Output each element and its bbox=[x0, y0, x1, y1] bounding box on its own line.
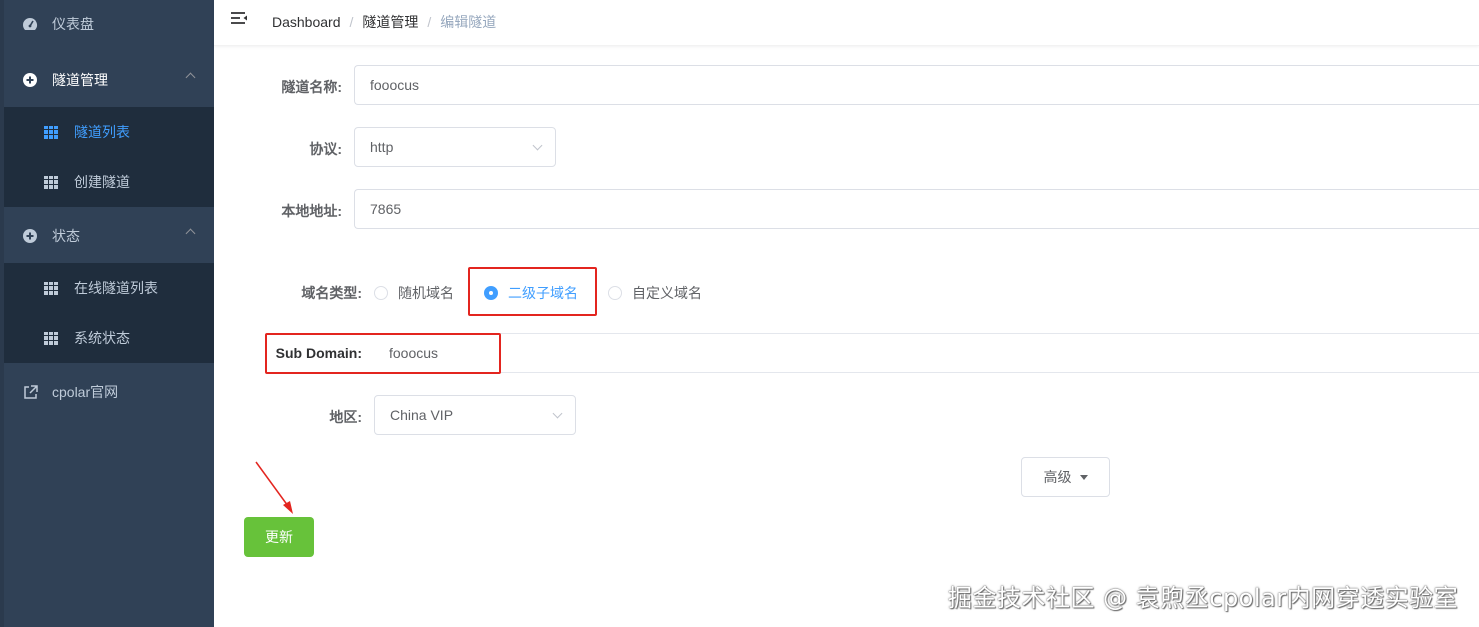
radio-random-domain[interactable]: 随机域名 bbox=[374, 283, 454, 303]
annotation-box-subdomain bbox=[265, 333, 501, 374]
sidebar-item-label: 仪表盘 bbox=[52, 16, 94, 32]
advanced-button-label: 高级 bbox=[1043, 469, 1072, 485]
radio-label: 随机域名 bbox=[398, 285, 454, 301]
sidebar-group-label: 状态 bbox=[52, 228, 80, 244]
domain-type-label: 域名类型: bbox=[301, 285, 362, 301]
watermark: 掘金技术社区 @ 袁煦丞cpolar内网穿透实验室 bbox=[948, 584, 1459, 612]
top-navbar: Dashboard / 隧道管理 / 编辑隧道 bbox=[214, 0, 1479, 46]
dashboard-icon bbox=[22, 16, 38, 32]
sidebar-item-tunnel-list[interactable]: 隧道列表 bbox=[4, 107, 214, 157]
sidebar-item-label: 系统状态 bbox=[74, 330, 130, 346]
table-icon bbox=[44, 175, 58, 189]
annotation-box-subdomain-radio bbox=[468, 267, 597, 316]
table-icon bbox=[44, 331, 58, 345]
subdomain-row-border bbox=[374, 333, 1479, 373]
sidebar-item-dashboard[interactable]: 仪表盘 bbox=[4, 0, 214, 52]
chevron-down-icon bbox=[532, 140, 543, 151]
breadcrumb-separator: / bbox=[427, 14, 432, 30]
protocol-select[interactable]: http bbox=[354, 127, 556, 167]
radio-circle bbox=[608, 286, 622, 300]
advanced-button[interactable]: 高级 bbox=[1021, 457, 1110, 497]
sidebar-item-label: cpolar官网 bbox=[52, 384, 119, 400]
breadcrumb-tunnel-mgmt[interactable]: 隧道管理 bbox=[362, 12, 418, 32]
protocol-label: 协议: bbox=[309, 141, 342, 157]
menu-toggle-icon[interactable] bbox=[230, 11, 248, 27]
tunnel-name-label: 隧道名称: bbox=[281, 79, 342, 95]
sidebar-item-label: 在线隧道列表 bbox=[74, 280, 158, 296]
table-icon bbox=[44, 125, 58, 139]
breadcrumb-dashboard[interactable]: Dashboard bbox=[272, 14, 341, 30]
sidebar-item-label: 创建隧道 bbox=[74, 174, 130, 190]
sidebar-group-status[interactable]: 状态 bbox=[4, 208, 214, 264]
annotation-arrow-icon bbox=[255, 461, 293, 514]
table-icon bbox=[44, 281, 58, 295]
region-select-value: China VIP bbox=[390, 407, 454, 423]
region-select[interactable]: China VIP bbox=[374, 395, 576, 435]
chevron-up-icon bbox=[185, 72, 196, 83]
tunnel-mgmt-icon bbox=[22, 72, 38, 88]
sidebar-item-system-status[interactable]: 系统状态 bbox=[4, 313, 214, 363]
caret-down-icon bbox=[1079, 474, 1088, 480]
sidebar-item-online-tunnels[interactable]: 在线隧道列表 bbox=[4, 263, 214, 313]
status-icon bbox=[22, 228, 38, 244]
external-link-icon bbox=[22, 384, 38, 400]
breadcrumb-current: 编辑隧道 bbox=[440, 14, 497, 30]
radio-circle bbox=[374, 286, 388, 300]
region-label: 地区: bbox=[329, 409, 362, 425]
local-address-input[interactable]: 7865 bbox=[354, 189, 1479, 229]
local-address-label: 本地地址: bbox=[281, 203, 342, 219]
sidebar: 仪表盘 隧道管理 隧道列表 创建隧道 状态 在线隧道列表 系统状态 cpolar… bbox=[0, 0, 214, 627]
sidebar-group-label: 隧道管理 bbox=[52, 72, 108, 88]
radio-custom-domain[interactable]: 自定义域名 bbox=[608, 283, 702, 303]
breadcrumb-separator: / bbox=[349, 14, 354, 30]
chevron-up-icon bbox=[185, 228, 196, 239]
tunnel-name-input[interactable]: fooocus bbox=[354, 65, 1479, 105]
update-button[interactable]: 更新 bbox=[244, 517, 314, 557]
breadcrumb: Dashboard / 隧道管理 / 编辑隧道 bbox=[272, 12, 496, 32]
sidebar-item-label: 隧道列表 bbox=[74, 124, 130, 140]
sidebar-group-tunnel-mgmt[interactable]: 隧道管理 bbox=[4, 52, 214, 108]
sidebar-item-cpolar-site[interactable]: cpolar官网 bbox=[4, 364, 214, 420]
chevron-down-icon bbox=[552, 408, 563, 419]
protocol-select-value: http bbox=[370, 139, 394, 155]
sidebar-item-create-tunnel[interactable]: 创建隧道 bbox=[4, 157, 214, 207]
radio-label: 自定义域名 bbox=[632, 285, 702, 301]
